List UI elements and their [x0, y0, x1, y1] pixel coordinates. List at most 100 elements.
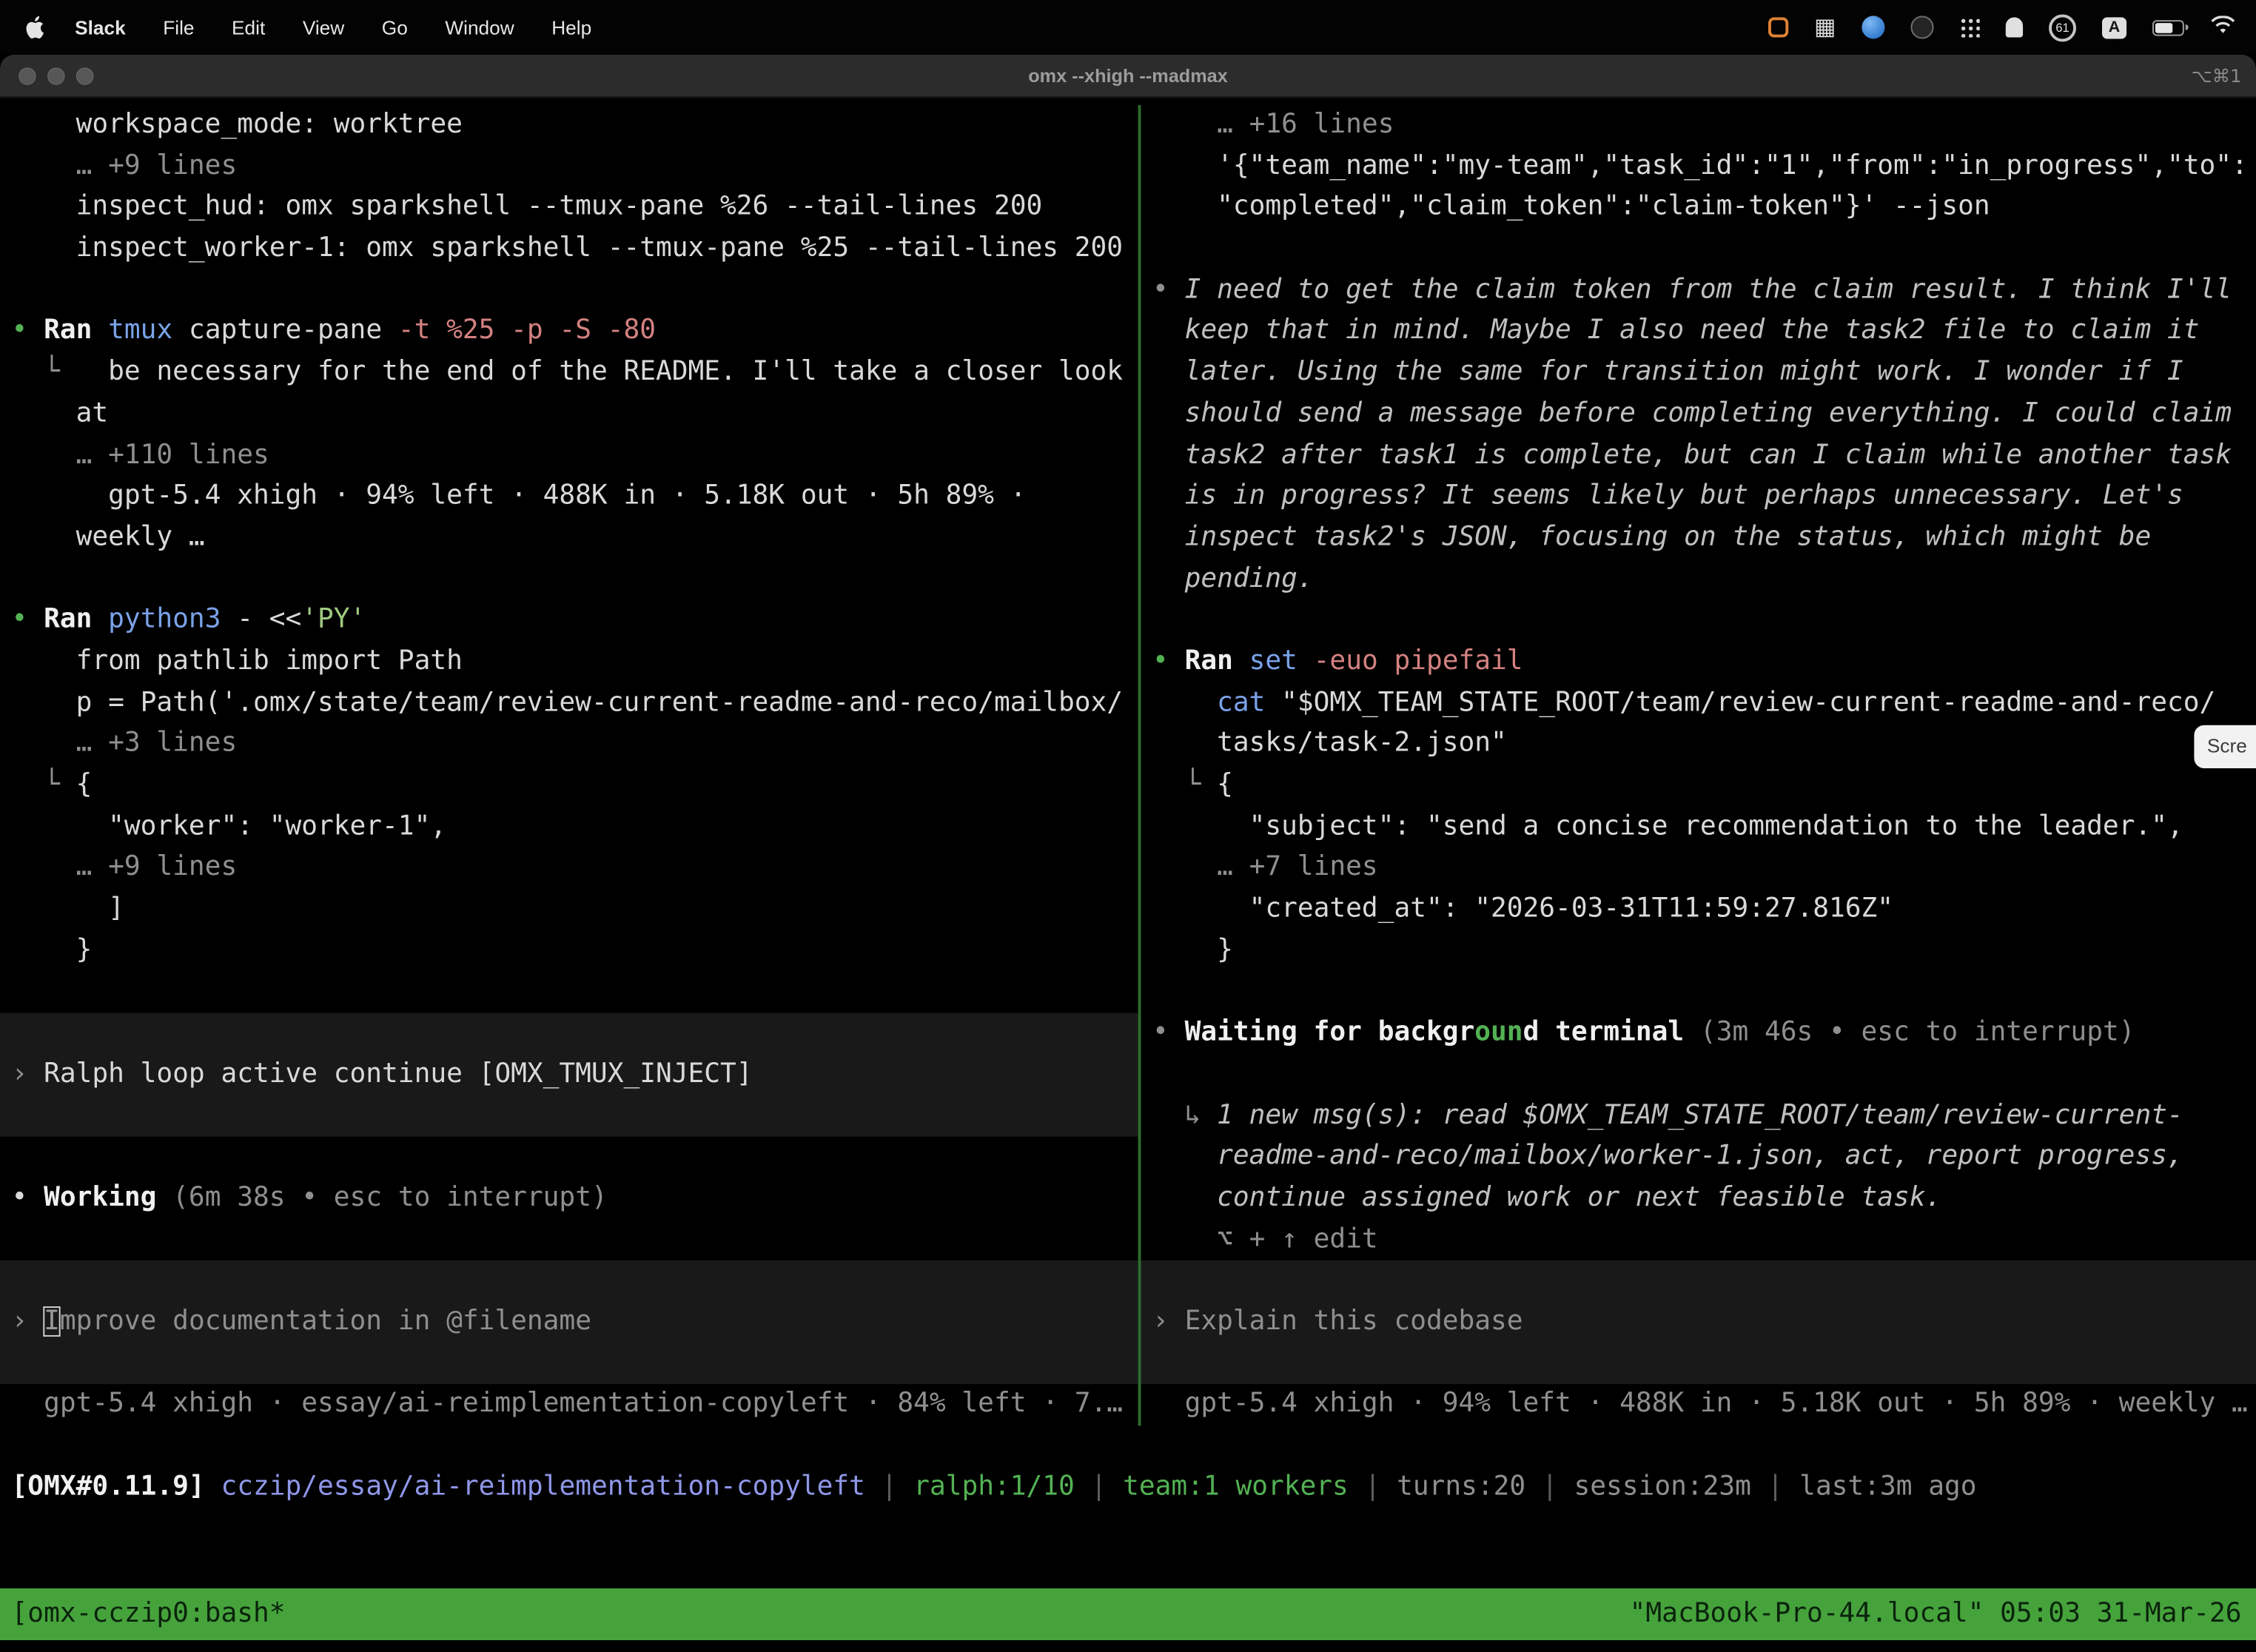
terminal-line	[0, 972, 1138, 1013]
menu-item-help[interactable]: Help	[533, 16, 611, 38]
minimize-button[interactable]	[47, 67, 64, 84]
terminal-line	[0, 559, 1138, 600]
tmux-session-label: [omx-cczip0:bash*	[12, 1588, 286, 1640]
terminal-line	[0, 1013, 1138, 1055]
terminal-line: "created_at": "2026-03-31T11:59:27.816Z"	[1141, 889, 2256, 930]
terminal-line: ↳ 1 new msg(s): read $OMX_TEAM_STATE_ROO…	[1141, 1095, 2256, 1137]
terminal-body: workspace_mode: worktree … +9 lines insp…	[0, 98, 2256, 1651]
terminal-line: … +7 lines	[1141, 848, 2256, 890]
terminal-pane-right[interactable]: … +16 lines '{"team_name":"my-team","tas…	[1141, 105, 2256, 1426]
menu-item-file[interactable]: File	[144, 16, 213, 38]
battery-percent-icon[interactable]: 61	[2049, 13, 2076, 41]
terminal-line: • Ran tmux capture-pane -t %25 -p -S -80	[0, 312, 1138, 353]
terminal-line: later. Using the same for transition mig…	[1141, 352, 2256, 394]
battery-fill	[2155, 22, 2172, 33]
terminal-line: … +9 lines	[0, 147, 1138, 188]
terminal-line: readme-and-reco/mailbox/worker-1.json, a…	[1141, 1137, 2256, 1178]
terminal-line	[0, 1220, 1138, 1261]
tmux-status-bar: [omx-cczip0:bash* "MacBook-Pro-44.local"…	[0, 1588, 2256, 1640]
terminal-line: └ {	[1141, 765, 2256, 807]
terminal-line	[1141, 600, 2256, 642]
title-bar[interactable]: omx --xhigh --madmax ⌥⌘1	[0, 55, 2256, 98]
terminal-line: › Explain this codebase	[1141, 1302, 2256, 1343]
terminal-line: "completed","claim_token":"claim-token"}…	[1141, 187, 2256, 229]
terminal-line: › Ralph loop active continue [OMX_TMUX_I…	[0, 1054, 1138, 1095]
menu-bar: Slack File Edit View Go Window Help ▦ 61…	[0, 0, 2256, 55]
blue-app-icon[interactable]	[1861, 16, 1884, 38]
terminal-line: continue assigned work or next feasible …	[1141, 1178, 2256, 1220]
terminal-line: • Waiting for background terminal (3m 46…	[1141, 1013, 2256, 1055]
terminal-line: should send a message before completing …	[1141, 394, 2256, 435]
terminal-line	[0, 270, 1138, 312]
ghost-app-icon[interactable]	[2006, 17, 2023, 37]
terminal-line: inspect_worker-1: omx sparkshell --tmux-…	[0, 229, 1138, 270]
menu-bar-status-icons: ▦ 61 A	[1768, 13, 2236, 41]
terminal-pane-left[interactable]: workspace_mode: worktree … +9 lines insp…	[0, 105, 1138, 1426]
wifi-icon[interactable]	[2210, 16, 2236, 38]
menu-bar-left: Slack File Edit View Go Window Help	[26, 14, 610, 40]
terminal-line	[0, 1095, 1138, 1137]
omx-status-area: [OMX#0.11.9] cczip/essay/ai-reimplementa…	[0, 1426, 2256, 1588]
terminal-line: gpt-5.4 xhigh · 94% left · 488K in · 5.1…	[0, 477, 1138, 518]
screen-recording-icon[interactable]	[1768, 17, 1788, 37]
window-title: omx --xhigh --madmax	[1028, 64, 1228, 86]
terminal-line: cat "$OMX_TEAM_STATE_ROOT/team/review-cu…	[1141, 683, 2256, 725]
terminal-line	[0, 1426, 2256, 1467]
terminal-line: at	[0, 394, 1138, 435]
menu-item-slack[interactable]: Slack	[56, 16, 144, 38]
window-shortcut: ⌥⌘1	[2192, 55, 2242, 96]
tmux-host-time: "MacBook-Pro-44.local" 05:03 31-Mar-26	[1630, 1588, 2242, 1640]
terminal-line	[0, 1137, 1138, 1178]
terminal-line	[0, 1260, 1138, 1302]
menu-item-edit[interactable]: Edit	[213, 16, 284, 38]
terminal-line: workspace_mode: worktree	[0, 105, 1138, 147]
close-button[interactable]	[19, 67, 36, 84]
terminal-line: weekly …	[0, 518, 1138, 560]
terminal-line: keep that in mind. Maybe I also need the…	[1141, 312, 2256, 353]
traffic-lights	[19, 67, 93, 84]
terminal-line	[1141, 229, 2256, 270]
terminal-line: tasks/task-2.json"	[1141, 724, 2256, 765]
terminal-line: gpt-5.4 xhigh · essay/ai-reimplementatio…	[0, 1385, 1138, 1426]
dark-app-icon[interactable]	[1910, 16, 1933, 38]
terminal-line: › Improve documentation in @filename	[0, 1302, 1138, 1343]
menu-item-window[interactable]: Window	[426, 16, 533, 38]
terminal-line: … +3 lines	[0, 724, 1138, 765]
terminal-line: task2 after task1 is complete, but can I…	[1141, 435, 2256, 477]
apple-menu-icon[interactable]	[26, 14, 47, 40]
terminal-line: └ {	[0, 765, 1138, 807]
terminal-line: "worker": "worker-1",	[0, 807, 1138, 848]
menu-item-go[interactable]: Go	[363, 16, 427, 38]
terminal-line: … +16 lines	[1141, 105, 2256, 147]
terminal-line	[1141, 1054, 2256, 1095]
terminal-line	[1141, 972, 2256, 1013]
battery-icon[interactable]	[2152, 19, 2184, 35]
screen-share-overlay[interactable]: Scre	[2194, 725, 2256, 768]
input-source-icon[interactable]: A	[2102, 16, 2126, 38]
terminal-window: omx --xhigh --madmax ⌥⌘1 workspace_mode:…	[0, 55, 2256, 1652]
menu-item-view[interactable]: View	[284, 16, 363, 38]
tmux-panes: workspace_mode: worktree … +9 lines insp…	[0, 98, 2256, 1426]
terminal-line: … +110 lines	[0, 435, 1138, 477]
terminal-line: [OMX#0.11.9] cczip/essay/ai-reimplementa…	[0, 1467, 2256, 1508]
terminal-line: '{"team_name":"my-team","task_id":"1","f…	[1141, 147, 2256, 188]
terminal-line: }	[1141, 930, 2256, 972]
terminal-line: "subject": "send a concise recommendatio…	[1141, 807, 2256, 848]
terminal-line: ]	[0, 889, 1138, 930]
terminal-line: • I need to get the claim token from the…	[1141, 270, 2256, 312]
grid-icon[interactable]: ▦	[1814, 16, 1836, 38]
terminal-line: • Ran python3 - <<'PY'	[0, 600, 1138, 642]
terminal-line	[1141, 1343, 2256, 1385]
terminal-line: • Working (6m 38s • esc to interrupt)	[0, 1178, 1138, 1220]
terminal-line: • Ran set -euo pipefail	[1141, 642, 2256, 683]
terminal-line: from pathlib import Path	[0, 642, 1138, 683]
terminal-line: is in progress? It seems likely but perh…	[1141, 477, 2256, 518]
screen: Slack File Edit View Go Window Help ▦ 61…	[0, 0, 2256, 1652]
terminal-line	[1141, 1260, 2256, 1302]
terminal-line: └ be necessary for the end of the README…	[0, 352, 1138, 394]
terminal-line: gpt-5.4 xhigh · 94% left · 488K in · 5.1…	[1141, 1385, 2256, 1426]
terminal-line: inspect_hud: omx sparkshell --tmux-pane …	[0, 187, 1138, 229]
dots-grid-icon[interactable]	[1960, 17, 1980, 37]
zoom-button[interactable]	[76, 67, 93, 84]
terminal-line: }	[0, 930, 1138, 972]
